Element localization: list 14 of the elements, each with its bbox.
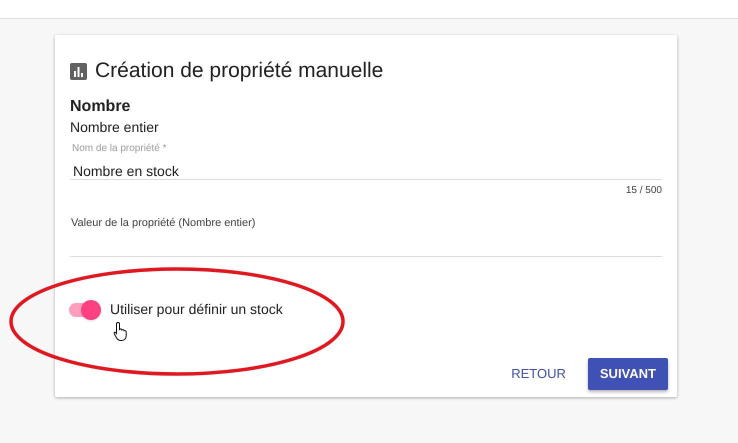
toggle-switch[interactable] (69, 300, 101, 320)
text-field[interactable]: Valeur de la propriété (Nombre entier) (70, 209, 662, 257)
bar-chart-icon (70, 62, 87, 80)
field-value: Nombre en stock (72, 163, 179, 179)
card-title: Création de propriété manuelle (95, 58, 384, 84)
next-button[interactable]: SUIVANT (588, 358, 668, 390)
text-field[interactable]: Nom de la propriété * Nombre en stock (70, 143, 662, 180)
field-label: Valeur de la propriété (Nombre entier) (70, 216, 256, 230)
back-button[interactable]: RETOUR (503, 358, 574, 390)
type-name: Nombre (70, 97, 130, 117)
type-detail: Nombre entier (70, 118, 159, 137)
character-counter: 15 / 500 (626, 185, 662, 197)
toggle-label: Utiliser pour définir un stock (110, 300, 283, 319)
field-label: Nom de la propriété * (71, 143, 166, 155)
